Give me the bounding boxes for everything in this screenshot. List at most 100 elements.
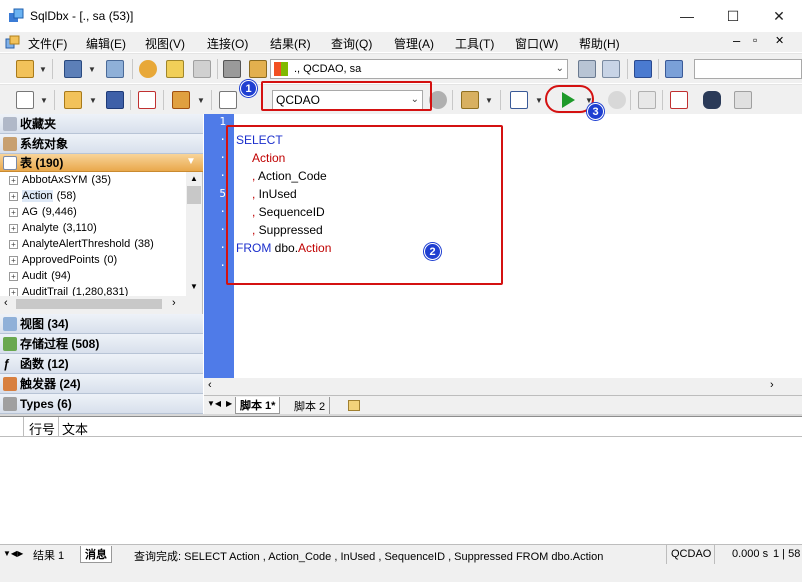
open-folder-icon[interactable] bbox=[64, 91, 82, 109]
table-name: Analyte bbox=[22, 222, 59, 234]
menu-edit[interactable]: 编辑(E) bbox=[82, 34, 130, 53]
tree-row-table[interactable]: + Action (58) bbox=[0, 188, 76, 204]
tree-row-table[interactable]: + AG (9,446) bbox=[0, 204, 77, 220]
views-header[interactable]: 视图 (34) bbox=[0, 314, 203, 334]
tree-horizontal-scrollbar[interactable]: ‹ › bbox=[0, 296, 202, 312]
find-icon[interactable] bbox=[219, 91, 237, 109]
column-header-text[interactable]: 文本 bbox=[62, 419, 88, 438]
triggers-header[interactable]: 触发器 (24) bbox=[0, 374, 203, 394]
expand-icon[interactable]: + bbox=[9, 239, 18, 249]
bookmark-icon[interactable] bbox=[670, 91, 688, 109]
commit-icon[interactable] bbox=[166, 60, 184, 78]
tree-row-table[interactable]: + ApprovedPoints (0) bbox=[0, 252, 117, 268]
connection-select[interactable]: ., QCDAO, sa ⌄ bbox=[270, 59, 568, 79]
tab-messages[interactable]: 消息 bbox=[80, 546, 112, 563]
tools-icon[interactable] bbox=[578, 60, 596, 78]
close-button[interactable]: ✕ bbox=[756, 0, 802, 32]
chevron-down-icon[interactable]: ▼ bbox=[535, 96, 543, 105]
minimize-button[interactable]: — bbox=[664, 0, 710, 32]
types-header[interactable]: Types (6) bbox=[0, 394, 203, 414]
list-icon[interactable] bbox=[510, 91, 528, 109]
menu-help[interactable]: 帮助(H) bbox=[575, 34, 624, 53]
disconnect-icon[interactable] bbox=[602, 60, 620, 78]
expand-icon[interactable]: + bbox=[9, 255, 18, 265]
new-tab-icon[interactable] bbox=[344, 397, 366, 414]
menu-connect[interactable]: 连接(O) bbox=[203, 34, 252, 53]
new-connection-icon[interactable] bbox=[16, 60, 34, 78]
scroll-left-icon[interactable]: ‹ bbox=[4, 297, 8, 309]
tab-scroll-icon[interactable]: ▼◀▶ bbox=[3, 549, 23, 558]
favorites-header[interactable]: 收藏夹 bbox=[0, 114, 203, 134]
mdi-restore-button[interactable]: ▫ bbox=[753, 33, 757, 47]
copy-connection-icon[interactable] bbox=[106, 60, 124, 78]
clear-icon[interactable] bbox=[138, 91, 156, 109]
format-sql-icon[interactable] bbox=[172, 91, 190, 109]
menu-window[interactable]: 窗口(W) bbox=[511, 34, 562, 53]
scroll-down-icon[interactable]: ▼ bbox=[190, 282, 198, 291]
mdi-close-button[interactable]: ✕ bbox=[775, 34, 784, 47]
chevron-down-icon[interactable]: ▼ bbox=[88, 65, 96, 74]
expand-icon[interactable]: + bbox=[9, 207, 18, 217]
menu-tools[interactable]: 工具(T) bbox=[451, 34, 498, 53]
database-icon[interactable] bbox=[139, 60, 157, 78]
editor-horizontal-scrollbar[interactable]: ‹ › bbox=[204, 378, 802, 395]
print-icon[interactable] bbox=[223, 60, 241, 78]
tab-scroll-left-icon[interactable]: ▼◀ bbox=[207, 399, 221, 408]
expand-icon[interactable]: + bbox=[9, 191, 18, 201]
column-header-row-number[interactable]: 行号 bbox=[29, 419, 55, 438]
mdi-minimize-button[interactable]: – bbox=[733, 33, 740, 48]
functions-label: 函数 (12) bbox=[20, 357, 69, 371]
chevron-down-icon[interactable]: ▼ bbox=[40, 96, 48, 105]
table-row-count: (58) bbox=[56, 190, 77, 202]
tab-scroll-right-icon[interactable]: ▶ bbox=[226, 399, 232, 408]
chevron-down-icon[interactable]: ▼ bbox=[197, 96, 205, 105]
chevron-down-icon[interactable]: ▼ bbox=[485, 96, 493, 105]
schema-icon[interactable] bbox=[665, 60, 683, 78]
functions-header[interactable]: ƒ 函数 (12) bbox=[0, 354, 203, 374]
tables-header[interactable]: 表 (190) ▼ bbox=[0, 154, 203, 172]
scroll-right-icon[interactable]: › bbox=[172, 297, 176, 309]
menu-file[interactable]: 文件(F) bbox=[24, 34, 71, 53]
new-script-icon[interactable] bbox=[16, 91, 34, 109]
tab-result-1[interactable]: 结果 1 bbox=[29, 546, 68, 563]
scroll-right-icon[interactable]: › bbox=[770, 379, 774, 391]
tree-vertical-scrollbar[interactable]: ▲ ▼ bbox=[186, 172, 202, 296]
tree-row-table[interactable]: + AbbotAxSYM (35) bbox=[0, 172, 111, 188]
procedures-header[interactable]: 存储过程 (508) bbox=[0, 334, 203, 354]
tree-row-table[interactable]: + Analyte (3,110) bbox=[0, 220, 97, 236]
chevron-down-icon[interactable]: ▼ bbox=[39, 65, 47, 74]
layout-icon[interactable] bbox=[734, 91, 752, 109]
chevron-down-icon[interactable]: ▼ bbox=[89, 96, 97, 105]
tab-script-1[interactable]: 脚本 1* bbox=[235, 397, 281, 414]
expand-icon[interactable]: + bbox=[9, 223, 18, 233]
tree-row-table[interactable]: + AnalyteAlertThreshold (38) bbox=[0, 236, 154, 252]
save-icon[interactable] bbox=[106, 91, 124, 109]
menu-query[interactable]: 查询(Q) bbox=[327, 34, 376, 53]
filter-icon[interactable]: ▼ bbox=[186, 156, 196, 167]
binoculars-icon[interactable] bbox=[703, 91, 721, 109]
folder-icon[interactable] bbox=[249, 60, 267, 78]
stop-icon[interactable] bbox=[608, 91, 626, 109]
tab-script-2[interactable]: 脚本 2 bbox=[290, 397, 331, 414]
object-icon[interactable] bbox=[461, 91, 479, 109]
highlight-database-select bbox=[261, 81, 432, 111]
maximize-button[interactable]: ☐ bbox=[710, 0, 756, 32]
script-tab-bar: ▼◀ ▶ 脚本 1* 脚本 2 bbox=[204, 395, 802, 414]
menu-view[interactable]: 视图(V) bbox=[141, 34, 189, 53]
menu-results[interactable]: 结果(R) bbox=[266, 34, 315, 53]
rollback-icon[interactable] bbox=[193, 60, 211, 78]
system-objects-header[interactable]: 系统对象 bbox=[0, 134, 203, 154]
scroll-up-icon[interactable]: ▲ bbox=[190, 174, 198, 183]
scroll-left-icon[interactable]: ‹ bbox=[208, 379, 212, 391]
expand-icon[interactable]: + bbox=[9, 271, 18, 281]
status-message: 查询完成: SELECT Action , Action_Code , InUs… bbox=[134, 551, 604, 563]
explain-icon[interactable] bbox=[638, 91, 656, 109]
search-input[interactable] bbox=[694, 59, 802, 79]
scroll-thumb[interactable] bbox=[187, 186, 201, 204]
expand-icon[interactable]: + bbox=[9, 175, 18, 185]
scroll-thumb[interactable] bbox=[16, 299, 162, 309]
refresh-icon[interactable] bbox=[634, 60, 652, 78]
disk-connect-icon[interactable] bbox=[64, 60, 82, 78]
tree-row-table[interactable]: + Audit (94) bbox=[0, 268, 71, 284]
menu-manage[interactable]: 管理(A) bbox=[390, 34, 438, 53]
